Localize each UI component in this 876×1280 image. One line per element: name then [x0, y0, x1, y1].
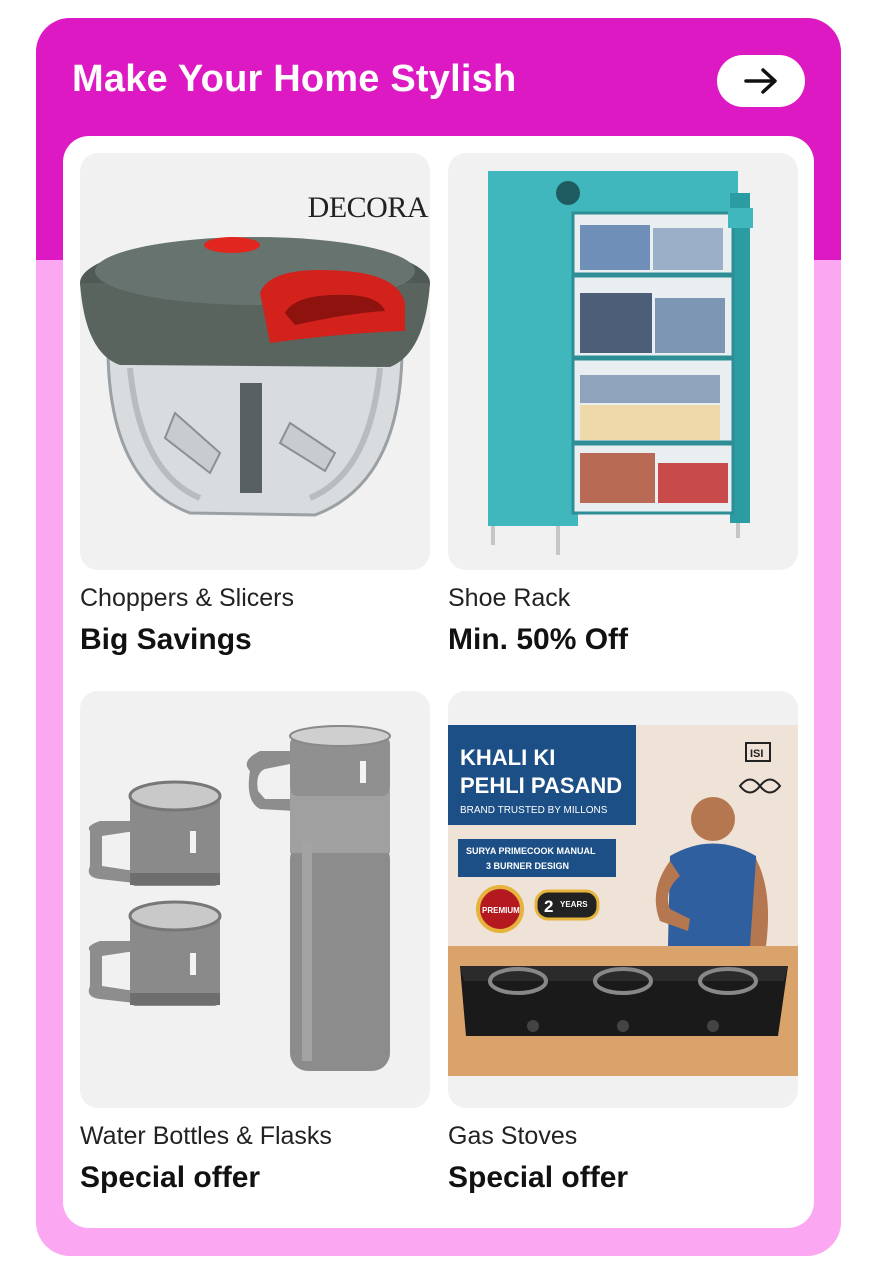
- product-category: Choppers & Slicers: [80, 584, 294, 612]
- ad-badge-premium: PREMIUM: [482, 906, 520, 915]
- product-offer: Special offer: [80, 1161, 261, 1194]
- brand-logo: DECORA: [307, 191, 429, 224]
- ad-headline-1: KHALI KI: [460, 745, 555, 770]
- ad-headline-2: PEHLI PASAND: [460, 773, 622, 798]
- isi-mark: ISI: [750, 748, 763, 760]
- gas-stove-ad-image: KHALI KI PEHLI PASAND BRAND TRUSTED BY M…: [448, 691, 798, 1108]
- ad-badge-num: 2: [544, 897, 553, 916]
- section-title: Make Your Home Stylish: [72, 58, 517, 100]
- product-tile-gas-stoves[interactable]: KHALI KI PEHLI PASAND BRAND TRUSTED BY M…: [448, 691, 798, 1195]
- product-offer: Big Savings: [80, 623, 252, 656]
- flask-set-image: [80, 691, 430, 1108]
- see-all-button[interactable]: [717, 55, 805, 107]
- product-offer: Min. 50% Off: [448, 623, 629, 656]
- product-grid: DECORA Choppers & Slicers Big Savings Sh…: [63, 136, 814, 1228]
- ad-product-line-1: SURYA PRIMECOOK MANUAL: [466, 846, 596, 856]
- ad-tagline: BRAND TRUSTED BY MILLONS: [460, 805, 608, 816]
- product-tile-shoe-rack[interactable]: Shoe Rack Min. 50% Off: [448, 153, 798, 657]
- ad-product-line-2: 3 BURNER DESIGN: [486, 861, 569, 871]
- arrow-right-icon: [744, 68, 777, 94]
- fabric-rack-image: [448, 153, 798, 570]
- product-tile-bottles[interactable]: Water Bottles & Flasks Special offer: [80, 691, 430, 1195]
- product-category: Water Bottles & Flasks: [80, 1122, 332, 1150]
- home-stylish-card: Make Your Home Stylish DECORA Choppers &…: [36, 18, 841, 1256]
- product-category: Shoe Rack: [448, 584, 571, 612]
- ad-badge-text: YEARS: [560, 900, 588, 909]
- vegetable-chopper-image: DECORA: [80, 153, 430, 570]
- product-tile-choppers[interactable]: DECORA Choppers & Slicers Big Savings: [80, 153, 430, 657]
- product-offer: Special offer: [448, 1161, 629, 1194]
- product-category: Gas Stoves: [448, 1122, 578, 1150]
